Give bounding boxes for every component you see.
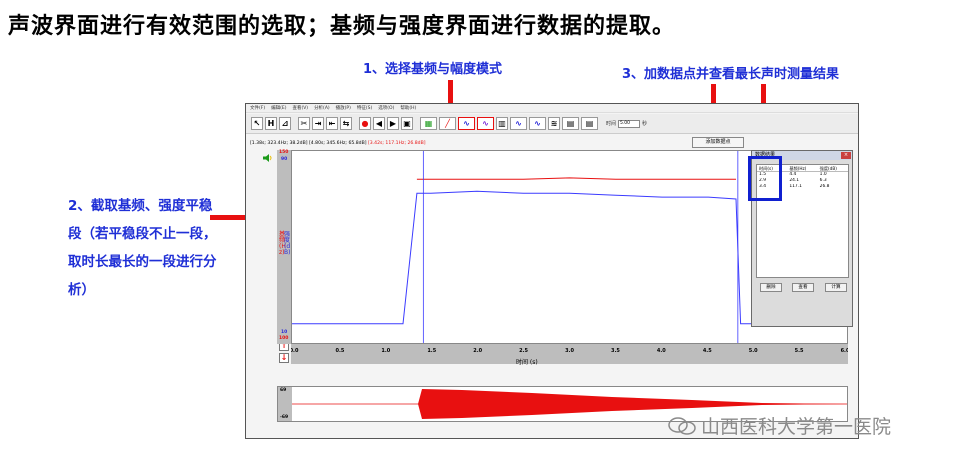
grid-mode-icon[interactable]: ▥ [496, 117, 508, 130]
callout-step2: 2、截取基频、强度平稳段（若平稳段不止一段，取时长最长的一段进行分析） [68, 198, 217, 298]
col-intensity: 强度(dB) [819, 166, 837, 171]
cut-tool-icon[interactable]: ✂ [298, 117, 310, 130]
time-select[interactable]: 5.00 [618, 119, 641, 128]
toolbar: ↖ H ⊿ ✂ ⇥ ⇤ ⇆ ● ◀ ▶ ▣ ▦ ╱ ∿ ∿ ▥ ∿ ∿ ≋ ▤ … [246, 114, 858, 134]
cursor-readout-red: [3.42s; 117.1Hz; 26.8dB] [368, 141, 426, 146]
delete-button[interactable]: 删除 [760, 283, 782, 292]
x-tick-label: 2.0 [473, 348, 482, 354]
y-axis-bottom-blue: 10 [281, 330, 288, 335]
menu-features[interactable]: 特征(S) [357, 104, 372, 112]
frame-icon[interactable]: ▣ [401, 117, 413, 130]
measure-tool-icon[interactable]: ⊿ [279, 117, 291, 130]
x-tick-label: 1.0 [381, 348, 390, 354]
report-b-icon[interactable]: ▤ [581, 117, 598, 130]
record-icon[interactable]: ● [359, 117, 371, 130]
x-axis: 0.0 0.5 1.0 1.5 2.0 2.5 3.0 3.5 4.0 4.5 5.0 5.5 6.0 [290, 344, 850, 364]
select-range-icon[interactable]: ⇆ [340, 117, 352, 130]
voice-analysis-window: 文件(F) 编辑(E) 查看(V) 分析(A) 播放(P) 特征(S) 选项(O… [245, 103, 859, 439]
select-end-icon[interactable]: ⇤ [326, 117, 338, 130]
report-a-icon[interactable]: ▤ [562, 117, 579, 130]
x-axis-title: 时间 (s) [516, 359, 538, 366]
pitch-intensity-mode-icon[interactable]: ∿ [477, 117, 494, 130]
y-axis-top-red: 150 [279, 150, 289, 155]
select-start-icon[interactable]: ⇥ [312, 117, 324, 130]
wechat-icon [668, 416, 696, 435]
menu-options[interactable]: 选项(O) [378, 104, 394, 112]
menu-file[interactable]: 文件(F) [250, 104, 265, 112]
cell-pitch: 117.1 [789, 184, 802, 189]
slide-title: 声波界面进行有效范围的选取；基频与强度界面进行数据的提取。 [8, 14, 676, 39]
stop-icon[interactable]: ◀ [373, 117, 385, 130]
y-axis-bottom-red: 100 [279, 336, 289, 341]
x-tick-label: 5.0 [749, 348, 758, 354]
time-label: 时间 [606, 121, 617, 127]
menu-view[interactable]: 查看(V) [292, 104, 308, 112]
view-button[interactable]: 查看 [792, 283, 814, 292]
wave-mode-b-icon[interactable]: ∿ [529, 117, 546, 130]
menu-play[interactable]: 播放(P) [336, 104, 351, 112]
header-tool-icon[interactable]: H [265, 117, 277, 130]
x-tick-label: 4.0 [657, 348, 666, 354]
wave-mode-a-icon[interactable]: ∿ [510, 117, 527, 130]
cursor-readout-black: [1.38s; 323.4Hz; 38.2dB] [4.80s; 345.6Hz… [250, 141, 367, 146]
add-data-point-button[interactable]: 添加数据点 [692, 137, 744, 148]
menu-analysis[interactable]: 分析(A) [314, 104, 330, 112]
x-tick-label: 0.0 [291, 348, 299, 354]
x-tick-label: 0.5 [335, 348, 344, 354]
close-icon[interactable]: × [841, 152, 851, 159]
pitch-line-mode-icon[interactable]: ╱ [439, 117, 456, 130]
calculate-button[interactable]: 计算 [825, 283, 847, 292]
time-unit: 秒 [642, 121, 648, 127]
pointer-tool-icon[interactable]: ↖ [251, 117, 263, 130]
speaker-icon[interactable] [263, 154, 273, 162]
x-tick-label: 5.5 [795, 348, 804, 354]
waveform-bottom-label: -69 [280, 415, 289, 420]
watermark-text: 山西医科大学第一医院 [701, 416, 892, 438]
menu-bar: 文件(F) 编辑(E) 查看(V) 分析(A) 播放(P) 特征(S) 选项(O… [246, 104, 858, 113]
x-tick-label: 2.5 [519, 348, 528, 354]
play-icon[interactable]: ▶ [387, 117, 399, 130]
cell-intensity: 26.8 [819, 184, 830, 189]
y-axis-top-blue: 90 [281, 157, 288, 162]
x-tick-label: 6.0 [841, 348, 848, 354]
x-axis-ticks: 0.0 0.5 1.0 1.5 2.0 2.5 3.0 3.5 4.0 4.5 5.0 5.5 6.0 [290, 348, 850, 354]
x-tick-label: 3.5 [611, 348, 620, 354]
col-pitch: 基频(Hz) [789, 166, 807, 171]
pitch-amplitude-mode-icon[interactable]: ∿ [458, 117, 475, 130]
watermark: 山西医科大学第一医院 [667, 412, 891, 439]
menu-help[interactable]: 帮助(H) [400, 104, 416, 112]
spectrum-mode-icon[interactable]: ▦ [420, 117, 437, 130]
x-tick-label: 1.5 [427, 348, 436, 354]
scale-down-bottom-button[interactable]: ↓ [279, 353, 289, 363]
series-line-1 [416, 177, 736, 180]
waveform-top-label: 69 [280, 388, 287, 393]
cursor-readout: [1.38s; 323.4Hz; 38.2dB] [4.80s; 345.6Hz… [250, 141, 426, 146]
x-tick-label: 3.0 [565, 348, 574, 354]
result-highlight-box [748, 156, 782, 201]
spectrogram-icon[interactable]: ≋ [548, 117, 560, 130]
x-tick-label: 4.5 [703, 348, 712, 354]
callout-step3: 3、加数据点并查看最长声时测量结果 [622, 67, 840, 82]
callout-step1: 1、选择基频与幅度模式 [363, 62, 503, 77]
menu-edit[interactable]: 编辑(E) [271, 104, 286, 112]
